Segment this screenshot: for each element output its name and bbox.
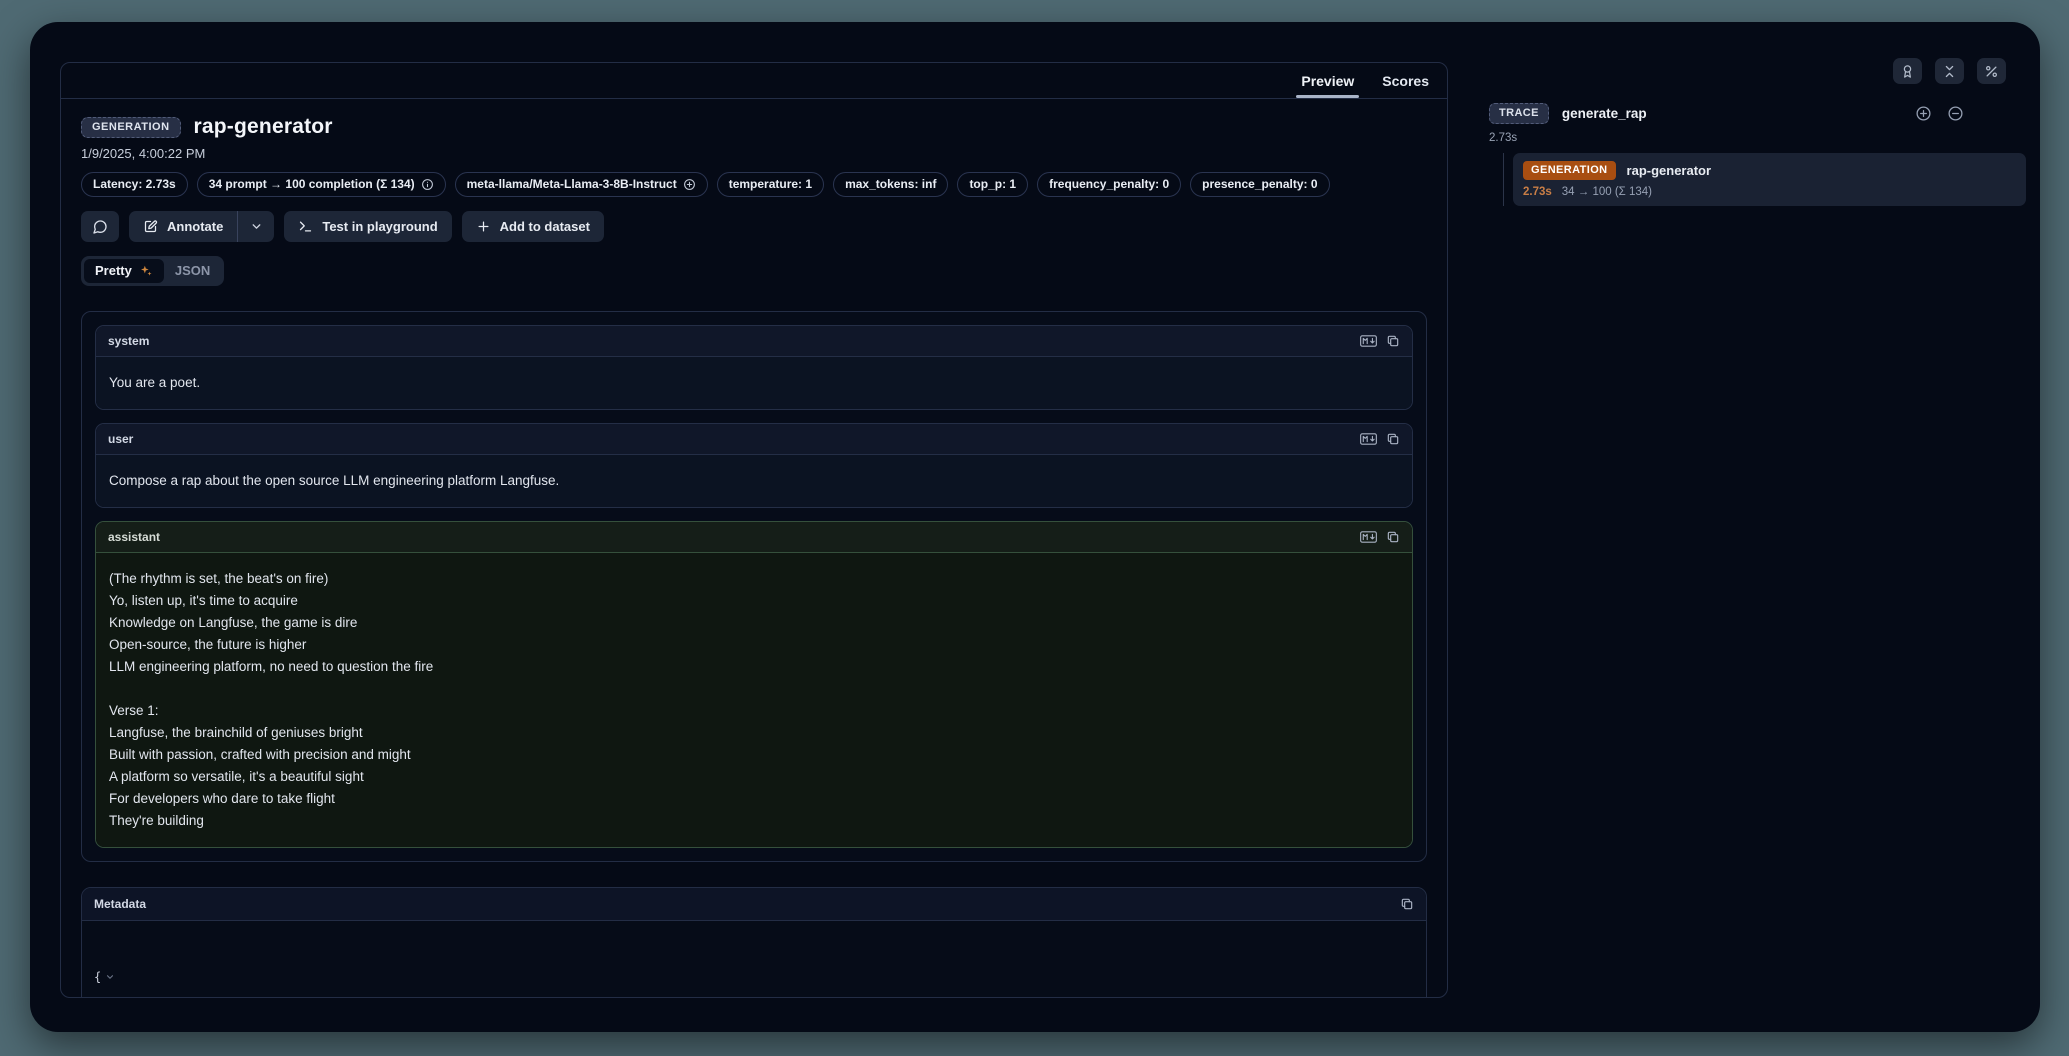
latency-chip: Latency: 2.73s — [81, 172, 188, 197]
copy-icon[interactable] — [1400, 897, 1414, 911]
generation-name: rap-generator — [1627, 163, 1712, 178]
add-to-dataset-button[interactable]: Add to dataset — [462, 211, 604, 242]
collapse-chevron-icon[interactable] — [105, 934, 206, 997]
tree-indent-line — [1503, 153, 1504, 206]
json-open-brace: { — [94, 968, 101, 987]
system-message-content: You are a poet. — [96, 357, 1412, 409]
trace-name: generate_rap — [1562, 106, 1647, 121]
temperature-chip-label: temperature: 1 — [729, 177, 812, 191]
assistant-message: assistant (The rhythm is set, the beat's… — [95, 521, 1413, 848]
trace-toolbar — [1893, 58, 2006, 84]
frequency-penalty-chip: frequency_penalty: 0 — [1037, 172, 1181, 197]
markdown-toggle-icon[interactable] — [1360, 334, 1377, 348]
annotate-dropdown-button[interactable] — [238, 211, 274, 242]
top-p-chip: top_p: 1 — [957, 172, 1028, 197]
view-mode-json[interactable]: JSON — [164, 259, 221, 283]
award-icon — [1900, 64, 1915, 79]
top-p-chip-label: top_p: 1 — [969, 177, 1016, 191]
plus-icon — [476, 219, 491, 234]
max-tokens-chip: max_tokens: inf — [833, 172, 948, 197]
comment-icon — [92, 219, 108, 235]
markdown-toggle-icon[interactable] — [1360, 530, 1377, 544]
detail-content: GENERATION rap-generator 1/9/2025, 4:00:… — [61, 99, 1447, 997]
expand-all-icon[interactable] — [1915, 105, 1932, 122]
plus-circle-icon[interactable] — [683, 178, 696, 191]
model-chip[interactable]: meta-llama/Meta-Llama-3-8B-Instruct — [455, 172, 708, 197]
view-mode-toggle: Pretty JSON — [81, 256, 224, 286]
json-label: JSON — [175, 263, 210, 278]
presence-penalty-chip-label: presence_penalty: 0 — [1202, 177, 1317, 191]
comment-button[interactable] — [81, 211, 119, 242]
temperature-chip: temperature: 1 — [717, 172, 824, 197]
chevron-down-icon — [250, 220, 263, 233]
generation-token-counts: 34 → 100 (Σ 134) — [1562, 186, 1652, 198]
test-in-playground-button[interactable]: Test in playground — [284, 211, 451, 242]
presence-penalty-chip: presence_penalty: 0 — [1190, 172, 1329, 197]
action-buttons: Annotate Test in playground — [81, 211, 1427, 242]
markdown-toggle-icon[interactable] — [1360, 432, 1377, 446]
annotation-queue-button[interactable] — [1893, 58, 1922, 84]
terminal-icon — [298, 219, 313, 234]
trace-badge: TRACE — [1489, 103, 1549, 124]
pretty-label: Pretty — [95, 263, 132, 278]
playground-label: Test in playground — [322, 219, 437, 234]
user-message-content: Compose a rap about the open source LLM … — [96, 455, 1412, 507]
copy-icon[interactable] — [1386, 334, 1400, 348]
app-window: Preview Scores GENERATION rap-generator … — [30, 22, 2040, 1032]
tab-scores[interactable]: Scores — [1368, 63, 1443, 98]
token-usage-chip[interactable]: 34 prompt → 100 completion (Σ 134) — [197, 172, 446, 197]
percent-metrics-button[interactable] — [1977, 58, 2006, 84]
trace-tree: TRACE generate_rap 2.73s GENERATION rap-… — [1489, 100, 2026, 206]
detail-tabbar: Preview Scores — [61, 63, 1447, 99]
system-role-label: system — [108, 334, 149, 348]
add-to-dataset-label: Add to dataset — [500, 219, 590, 234]
assistant-role-label: assistant — [108, 530, 160, 544]
system-message: system You are a poet. — [95, 325, 1413, 410]
metadata-title: Metadata — [94, 897, 146, 911]
model-chip-label: meta-llama/Meta-Llama-3-8B-Instruct — [467, 177, 677, 191]
max-tokens-chip-label: max_tokens: inf — [845, 177, 936, 191]
latency-chip-label: Latency: 2.73s — [93, 177, 176, 191]
view-mode-pretty[interactable]: Pretty — [84, 259, 164, 283]
fold-vertical-icon — [1942, 64, 1957, 79]
annotate-split-button: Annotate — [129, 211, 274, 242]
trace-latency: 2.73s — [1489, 132, 2026, 144]
io-preview-card: system You are a poet. — [81, 311, 1427, 862]
generation-badge: GENERATION — [1523, 161, 1616, 180]
page-title: rap-generator — [194, 115, 333, 139]
collapse-all-icon[interactable] — [1947, 105, 1964, 122]
attribute-chips: Latency: 2.73s 34 prompt → 100 completio… — [81, 172, 1427, 197]
tab-preview[interactable]: Preview — [1287, 63, 1368, 98]
collapse-panel-button[interactable] — [1935, 58, 1964, 84]
trace-node[interactable]: TRACE generate_rap — [1489, 100, 2026, 126]
timestamp: 1/9/2025, 4:00:22 PM — [81, 146, 1427, 161]
user-message: user Compose a rap about the open source… — [95, 423, 1413, 508]
annotate-pen-icon — [143, 219, 158, 234]
assistant-message-content: (The rhythm is set, the beat's on fire) … — [96, 553, 1412, 847]
frequency-penalty-chip-label: frequency_penalty: 0 — [1049, 177, 1169, 191]
user-role-label: user — [108, 432, 133, 446]
sparkles-icon — [139, 264, 153, 278]
observation-detail-panel: Preview Scores GENERATION rap-generator … — [60, 62, 1448, 998]
copy-icon[interactable] — [1386, 530, 1400, 544]
token-usage-chip-label: 34 prompt → 100 completion (Σ 134) — [209, 177, 415, 191]
generation-node-selected[interactable]: GENERATION rap-generator 2.73s 34 → 100 … — [1513, 153, 2026, 206]
percent-icon — [1984, 64, 1999, 79]
metadata-card: Metadata { category: "rap" — [81, 887, 1427, 997]
generation-type-badge: GENERATION — [81, 117, 181, 138]
annotate-label: Annotate — [167, 219, 223, 234]
annotate-button[interactable]: Annotate — [129, 211, 237, 242]
metadata-json: { category: "rap" } — [82, 921, 1426, 997]
info-icon[interactable] — [421, 178, 434, 191]
generation-latency: 2.73s — [1523, 186, 1552, 198]
copy-icon[interactable] — [1386, 432, 1400, 446]
